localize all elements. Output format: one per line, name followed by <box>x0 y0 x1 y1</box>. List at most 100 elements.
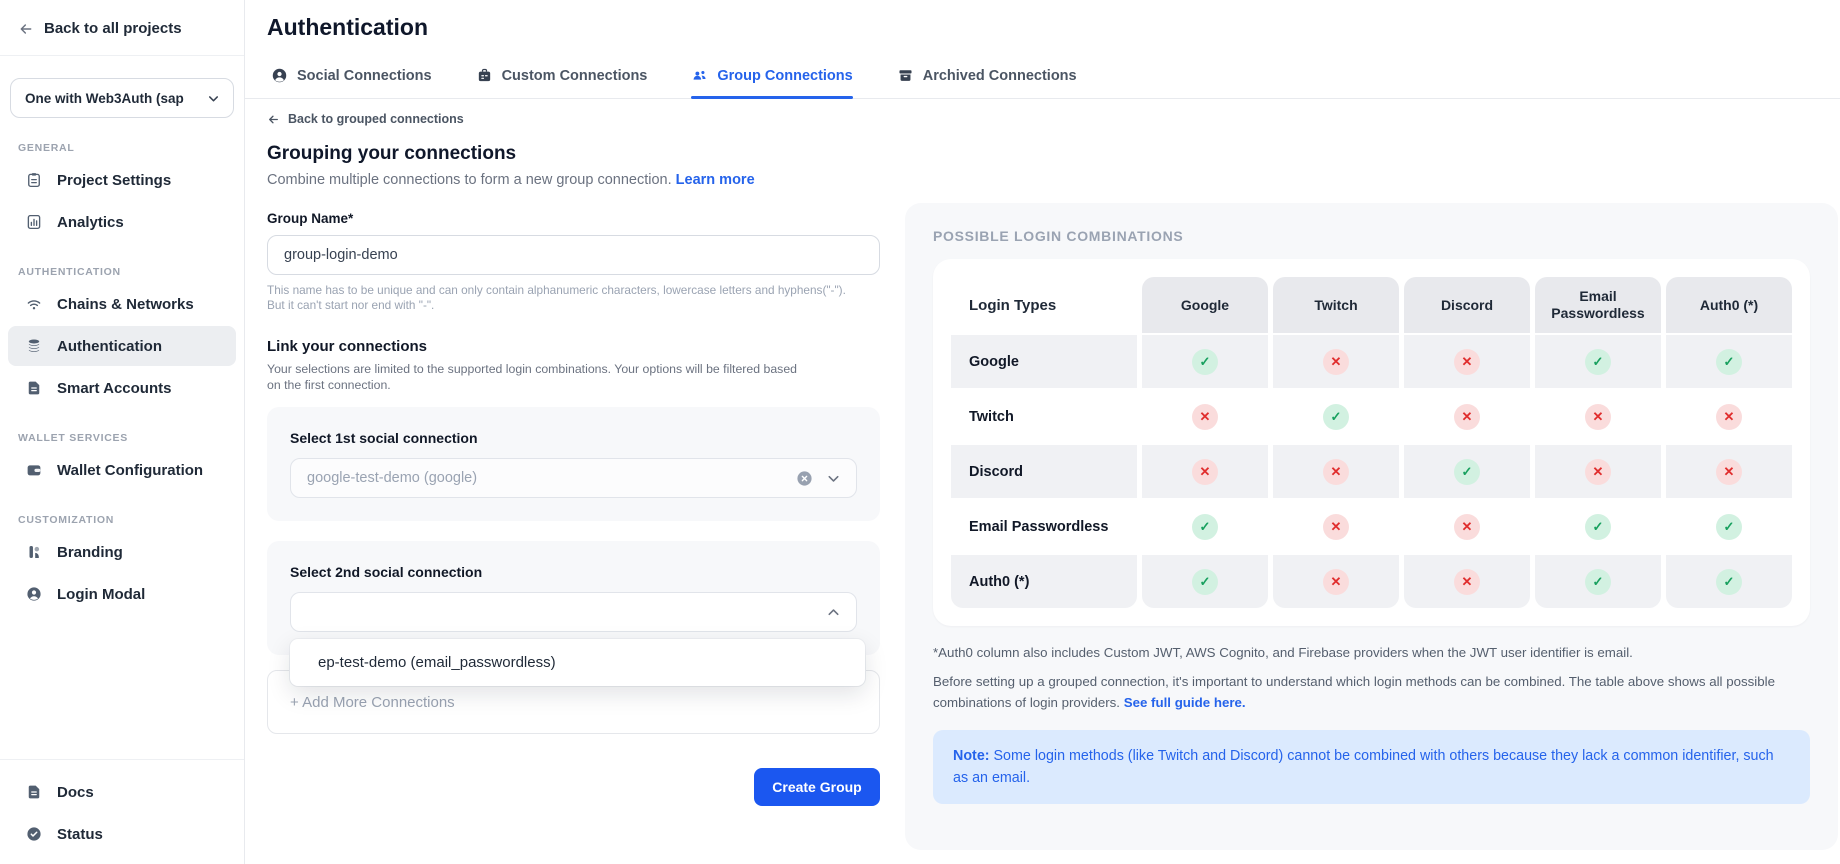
group-form: Back to grouped connections Grouping you… <box>267 106 880 806</box>
back-to-projects-link[interactable]: Back to all projects <box>0 0 244 56</box>
check-icon: ✓ <box>1716 349 1742 375</box>
second-connection-card: Select 2nd social connection ep-test-dem… <box>267 541 880 655</box>
table-cell: ✓ <box>1535 555 1661 608</box>
sidebar-item-authentication[interactable]: Authentication <box>8 326 236 366</box>
table-cell: ✕ <box>1404 500 1530 553</box>
section-label: CUSTOMIZATION <box>18 514 226 526</box>
check-icon: ✓ <box>1192 569 1218 595</box>
table-cell: ✕ <box>1273 555 1399 608</box>
panel-description: Before setting up a grouped connection, … <box>933 671 1810 713</box>
table-column-header: Twitch <box>1273 277 1399 333</box>
combinations-table: Login TypesGoogleTwitchDiscordEmail Pass… <box>951 277 1792 608</box>
table-cell: ✕ <box>1666 390 1792 443</box>
table-row-label: Discord <box>951 445 1137 498</box>
table-cell: ✕ <box>1142 390 1268 443</box>
tabbar: Social Connections Custom Connections Gr… <box>245 55 1840 99</box>
group-people-icon <box>691 67 708 84</box>
create-group-button[interactable]: Create Group <box>754 768 880 806</box>
sidebar-item-chains-networks[interactable]: Chains & Networks <box>8 284 236 324</box>
table-cell: ✕ <box>1273 335 1399 388</box>
clear-selection-icon[interactable] <box>796 470 813 487</box>
cross-icon: ✕ <box>1454 569 1480 595</box>
project-selector[interactable]: One with Web3Auth (sap <box>10 78 234 118</box>
sidebar-item-login-modal[interactable]: Login Modal <box>8 574 236 614</box>
sidebar-item-project-settings[interactable]: Project Settings <box>8 160 236 200</box>
sidebar-item-docs[interactable]: Docs <box>8 772 236 812</box>
section-label: WALLET SERVICES <box>18 432 226 444</box>
wallet-icon <box>25 461 43 479</box>
table-cell: ✕ <box>1535 390 1661 443</box>
sidebar-item-wallet-configuration[interactable]: Wallet Configuration <box>8 450 236 490</box>
group-name-label: Group Name* <box>267 211 880 226</box>
tab-archived-connections[interactable]: Archived Connections <box>897 67 1077 98</box>
cross-icon: ✕ <box>1716 459 1742 485</box>
cross-icon: ✕ <box>1323 514 1349 540</box>
section-label: GENERAL <box>18 142 226 154</box>
tab-social-connections[interactable]: Social Connections <box>271 67 432 98</box>
section-subtitle: Combine multiple connections to form a n… <box>267 172 880 188</box>
combinations-card: Login TypesGoogleTwitchDiscordEmail Pass… <box>933 259 1810 626</box>
brush-icon <box>25 543 43 561</box>
check-icon: ✓ <box>1192 349 1218 375</box>
project-selector-value: One with Web3Auth (sap <box>25 91 184 106</box>
table-cell: ✓ <box>1666 500 1792 553</box>
sidebar-item-status[interactable]: Status <box>8 814 236 854</box>
sidebar-item-smart-accounts[interactable]: Smart Accounts <box>8 368 236 408</box>
tab-custom-connections[interactable]: Custom Connections <box>476 67 648 98</box>
sidebar-item-label: Status <box>57 826 103 843</box>
note-box: Note: Some login methods (like Twitch an… <box>933 730 1810 804</box>
sidebar-item-label: Project Settings <box>57 172 171 189</box>
table-cell: ✕ <box>1535 445 1661 498</box>
select1-dropdown[interactable]: google-test-demo (google) <box>290 458 857 498</box>
chevron-down-icon <box>825 470 842 487</box>
file-icon <box>25 783 43 801</box>
table-cell: ✕ <box>1404 335 1530 388</box>
select1-value: google-test-demo (google) <box>307 470 796 486</box>
cross-icon: ✕ <box>1323 569 1349 595</box>
tab-label: Custom Connections <box>502 68 648 84</box>
wifi-icon <box>25 295 43 313</box>
sidebar-item-label: Wallet Configuration <box>57 462 203 479</box>
select2-label: Select 2nd social connection <box>290 564 857 580</box>
sidebar-item-analytics[interactable]: Analytics <box>8 202 236 242</box>
select1-label: Select 1st social connection <box>290 430 857 446</box>
tab-label: Group Connections <box>717 68 852 84</box>
learn-more-link[interactable]: Learn more <box>676 172 755 188</box>
back-to-grouped-connections-link[interactable]: Back to grouped connections <box>267 112 880 126</box>
group-name-helper: This name has to be unique and can only … <box>267 283 880 313</box>
select2-options-popup: ep-test-demo (email_passwordless) <box>290 639 865 686</box>
sidebar-nav: GENERALProject SettingsAnalyticsAUTHENTI… <box>0 142 244 614</box>
table-cell: ✓ <box>1273 390 1399 443</box>
section-heading: Grouping your connections <box>267 143 880 165</box>
table-cell: ✓ <box>1666 555 1792 608</box>
table-column-header: Email Passwordless <box>1535 277 1661 333</box>
sidebar-item-label: Smart Accounts <box>57 380 171 397</box>
sidebar-item-branding[interactable]: Branding <box>8 532 236 572</box>
back-link-label: Back to grouped connections <box>288 112 464 126</box>
check-icon: ✓ <box>1454 459 1480 485</box>
dropdown-option[interactable]: ep-test-demo (email_passwordless) <box>290 639 865 686</box>
link-connections-description: Your selections are limited to the suppo… <box>267 361 807 393</box>
table-row-label: Google <box>951 335 1137 388</box>
tab-group-connections[interactable]: Group Connections <box>691 67 852 98</box>
cross-icon: ✕ <box>1192 404 1218 430</box>
archive-icon <box>897 67 914 84</box>
cross-icon: ✕ <box>1716 404 1742 430</box>
back-to-projects-label: Back to all projects <box>44 20 182 37</box>
chevron-up-icon <box>825 604 842 621</box>
badge-icon <box>476 67 493 84</box>
table-cell: ✓ <box>1142 335 1268 388</box>
cross-icon: ✕ <box>1585 459 1611 485</box>
select2-dropdown[interactable] <box>290 592 857 632</box>
table-column-header: Discord <box>1404 277 1530 333</box>
check-circle-icon <box>25 825 43 843</box>
login-combinations-panel: POSSIBLE LOGIN COMBINATIONS Login TypesG… <box>905 203 1838 850</box>
sidebar-footer: Docs Status <box>0 759 244 856</box>
page-title: Authentication <box>245 0 1840 41</box>
sidebar-item-label: Authentication <box>57 338 162 355</box>
cross-icon: ✕ <box>1454 349 1480 375</box>
table-cell: ✓ <box>1142 555 1268 608</box>
full-guide-link[interactable]: See full guide here. <box>1124 695 1246 710</box>
group-name-input[interactable] <box>267 235 880 275</box>
sidebar-item-label: Login Modal <box>57 586 145 603</box>
